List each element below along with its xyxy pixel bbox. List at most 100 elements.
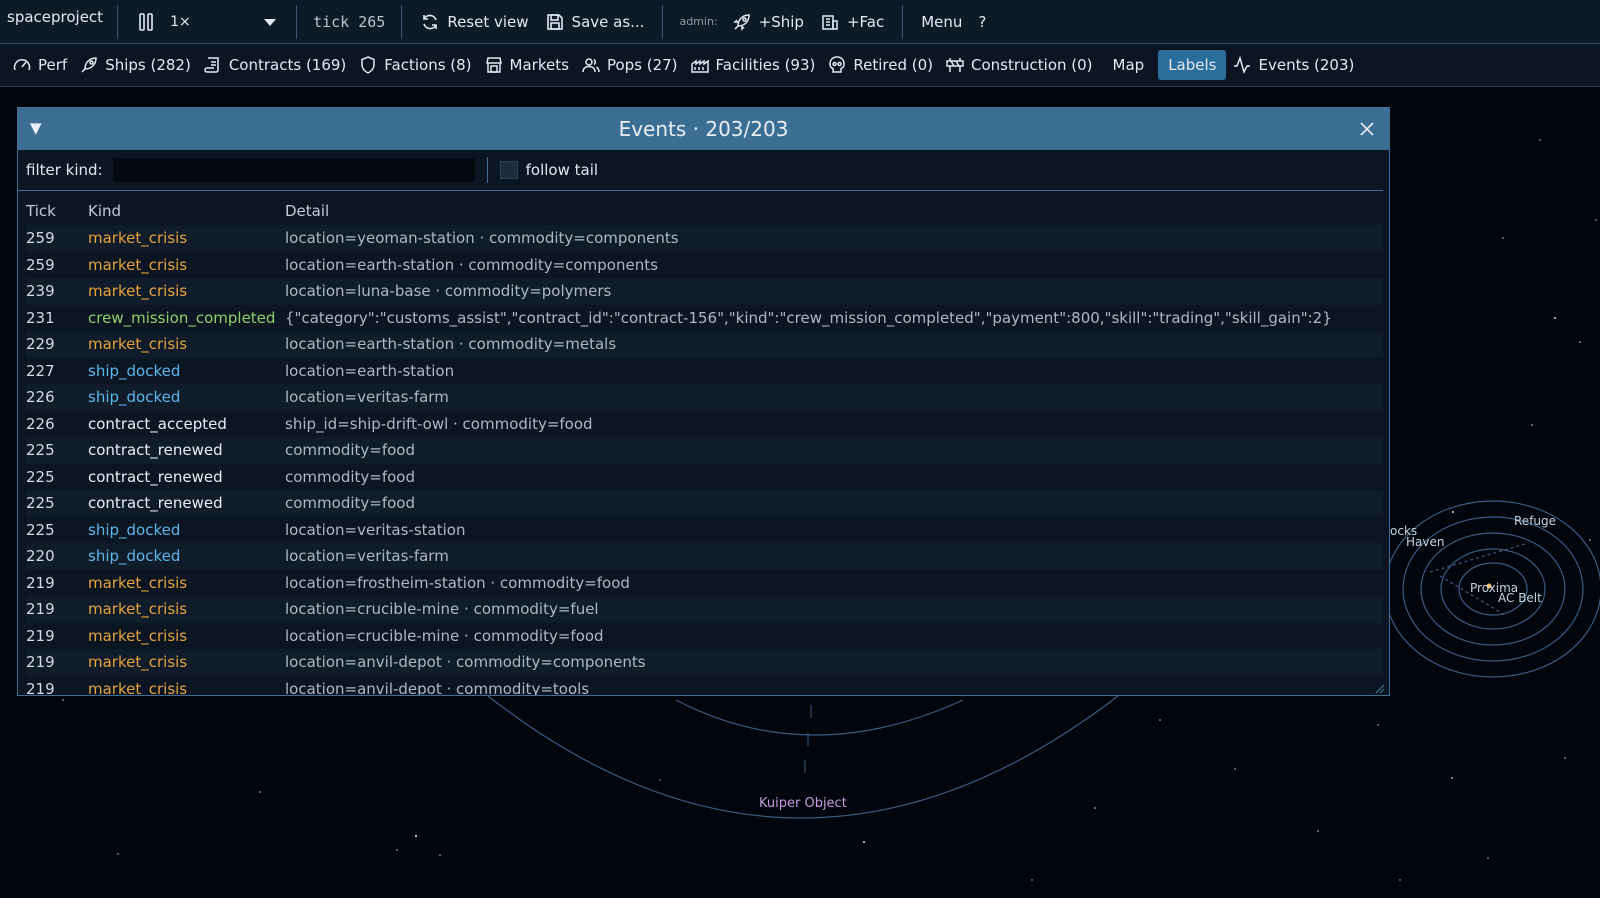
column-header-tick[interactable]: Tick: [26, 202, 88, 220]
event-tick: 225: [26, 494, 55, 513]
event-tick: 220: [26, 547, 55, 566]
table-row[interactable]: 219 market_crisis location=crucible-mine ·…: [26, 623, 1383, 650]
table-row[interactable]: 219 market_crisis location=anvil-depot · c…: [26, 649, 1383, 676]
event-kind: crew_mission_completed: [88, 308, 276, 327]
chevron-down-icon: [260, 12, 280, 32]
table-row[interactable]: 226 ship_docked location=veritas-farm: [26, 384, 1383, 411]
column-header-detail[interactable]: Detail: [285, 202, 1383, 220]
barrier-icon: [945, 55, 965, 75]
table-row[interactable]: 225 contract_renewed commodity=food: [26, 464, 1383, 491]
event-kind: market_crisis: [88, 679, 188, 696]
event-kind: contract_renewed: [88, 441, 223, 460]
event-detail: location=luna-base · commodity=polymers: [285, 282, 612, 301]
table-row[interactable]: 225 contract_renewed commodity=food: [26, 437, 1383, 464]
tab-retired[interactable]: Retired (0): [821, 50, 939, 80]
event-kind: contract_renewed: [88, 494, 223, 513]
event-detail: location=veritas-farm: [285, 547, 449, 566]
table-row[interactable]: 219 market_crisis location=crucible-mine ·…: [26, 596, 1383, 623]
tab-events[interactable]: Events (203): [1226, 50, 1360, 80]
event-kind: market_crisis: [88, 282, 188, 301]
toolbar-divider: [296, 4, 298, 39]
add-facility-button[interactable]: +Fac: [812, 12, 892, 32]
event-detail: location=frostheim-station · commodity=f…: [285, 573, 630, 592]
resize-grip-icon[interactable]: [1373, 679, 1385, 694]
event-detail: {"category":"customs_assist","contract_i…: [285, 308, 1332, 327]
collapse-triangle-icon[interactable]: ▼: [30, 119, 42, 137]
menu-button[interactable]: Menu: [913, 13, 970, 31]
tab-facilities-label: Facilities (93): [715, 56, 816, 74]
pause-button[interactable]: [128, 12, 164, 32]
event-detail: location=yeoman-station · commodity=comp…: [285, 229, 679, 248]
tab-pops[interactable]: Pops (27): [575, 50, 684, 80]
speed-select[interactable]: 1×: [164, 12, 286, 32]
add-ship-label: +Ship: [758, 12, 804, 31]
map-label-kuiper-object[interactable]: Kuiper Object: [759, 796, 847, 811]
tab-map[interactable]: Map: [1107, 50, 1151, 80]
event-kind: market_crisis: [88, 335, 188, 354]
table-row[interactable]: 226 contract_accepted ship_id=ship-drift-o…: [26, 411, 1383, 438]
shield-icon: [358, 55, 378, 75]
map-label-haven[interactable]: Haven: [1406, 535, 1444, 549]
table-row[interactable]: 227 ship_docked location=earth-station: [26, 358, 1383, 385]
reset-view-button[interactable]: Reset view: [412, 12, 536, 32]
events-table: Tick Kind Detail 259 market_crisis locatio…: [18, 191, 1389, 696]
tab-perf-label: Perf: [38, 56, 68, 74]
tab-labels[interactable]: Labels: [1158, 50, 1227, 80]
save-as-button[interactable]: Save as...: [537, 12, 653, 32]
close-icon[interactable]: [1357, 119, 1377, 139]
column-header-kind[interactable]: Kind: [88, 202, 285, 220]
tab-contracts-label: Contracts (169): [228, 56, 347, 74]
tab-factions[interactable]: Factions (8): [352, 50, 477, 80]
event-kind: ship_docked: [88, 388, 181, 407]
help-button[interactable]: ?: [970, 13, 994, 31]
event-detail: location=veritas-station: [285, 520, 466, 539]
skull-icon: [827, 55, 847, 75]
table-row[interactable]: 220 ship_docked location=veritas-farm: [26, 543, 1383, 570]
events-filter-row: filter kind: follow tail: [18, 150, 1383, 191]
panel-nav: Perf Ships (282) Contracts (169) Faction…: [0, 44, 1600, 87]
table-row[interactable]: 225 contract_renewed commodity=food: [26, 490, 1383, 517]
event-kind: market_crisis: [88, 255, 188, 274]
table-row[interactable]: 231 crew_mission_completed {"category":"cu…: [26, 305, 1383, 332]
table-row[interactable]: 219 market_crisis location=anvil-depot · c…: [26, 676, 1383, 696]
tab-markets[interactable]: Markets: [478, 50, 575, 80]
toolbar-divider: [902, 4, 904, 39]
reset-view-label: Reset view: [447, 12, 529, 31]
scroll-icon: [203, 55, 223, 75]
table-row[interactable]: 239 market_crisis location=luna-base · com…: [26, 278, 1383, 305]
map-label-ac-belt[interactable]: AC Belt: [1498, 591, 1542, 605]
map-label-refuge[interactable]: Refuge: [1514, 514, 1556, 528]
tab-ships-label: Ships (282): [105, 56, 191, 74]
activity-icon: [1232, 55, 1252, 75]
tab-facilities[interactable]: Facilities (93): [684, 50, 822, 80]
filter-kind-input[interactable]: [112, 158, 475, 182]
table-row[interactable]: 219 market_crisis location=frostheim-stati…: [26, 570, 1383, 597]
add-ship-button[interactable]: +Ship: [724, 12, 812, 32]
event-kind: ship_docked: [88, 361, 181, 380]
table-row[interactable]: 259 market_crisis location=yeoman-station …: [26, 225, 1383, 252]
pause-icon: [136, 12, 156, 32]
tab-perf[interactable]: Perf: [6, 50, 73, 80]
factory-icon: [690, 55, 710, 75]
events-window-titlebar[interactable]: ▼ Events · 203/203: [18, 108, 1389, 150]
event-detail: ship_id=ship-drift-owl · commodity=food: [285, 414, 593, 433]
events-window-title: Events · 203/203: [618, 117, 789, 141]
events-table-body: 259 market_crisis location=yeoman-station …: [26, 225, 1383, 696]
table-row[interactable]: 229 market_crisis location=earth-station ·…: [26, 331, 1383, 358]
event-tick: 219: [26, 626, 55, 645]
table-row[interactable]: 225 ship_docked location=veritas-station: [26, 517, 1383, 544]
tab-contracts[interactable]: Contracts (169): [197, 50, 352, 80]
filter-divider: [486, 157, 488, 183]
follow-tail-label[interactable]: follow tail: [526, 161, 598, 179]
users-icon: [581, 55, 601, 75]
table-row[interactable]: 259 market_crisis location=earth-station ·…: [26, 252, 1383, 279]
event-detail: location=veritas-farm: [285, 388, 449, 407]
follow-tail-checkbox[interactable]: [499, 161, 518, 179]
event-tick: 259: [26, 255, 55, 274]
tab-construction[interactable]: Construction (0): [939, 50, 1099, 80]
event-tick: 219: [26, 679, 55, 696]
event-tick: 226: [26, 388, 55, 407]
event-kind: ship_docked: [88, 547, 181, 566]
tab-ships[interactable]: Ships (282): [73, 50, 197, 80]
events-table-header: Tick Kind Detail: [26, 197, 1383, 225]
